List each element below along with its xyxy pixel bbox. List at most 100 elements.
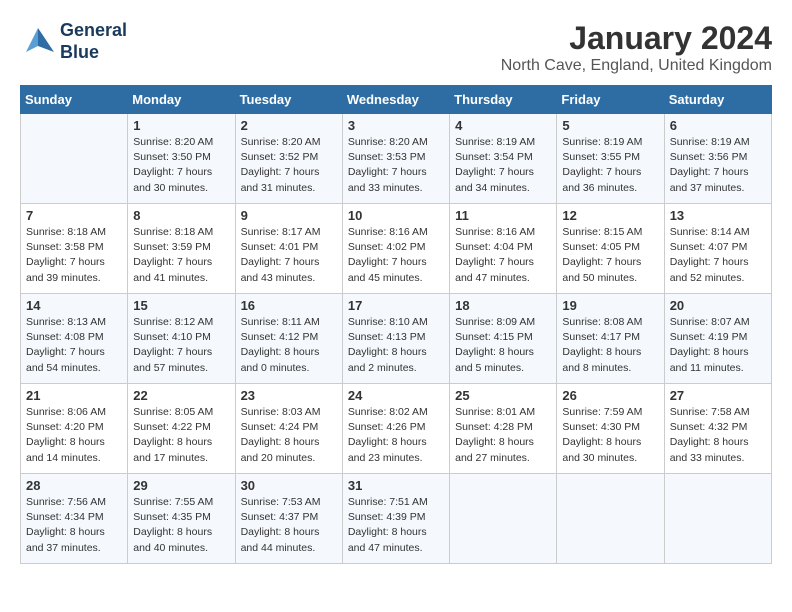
day-number: 22: [133, 388, 229, 403]
day-info: Sunrise: 7:55 AMSunset: 4:35 PMDaylight:…: [133, 495, 229, 556]
calendar-cell: 6 Sunrise: 8:19 AMSunset: 3:56 PMDaylight…: [664, 114, 771, 204]
logo-line2: Blue: [60, 42, 99, 62]
day-number: 25: [455, 388, 551, 403]
logo-icon: [20, 24, 56, 60]
calendar-cell: 23Sunrise: 8:03 AMSunset: 4:24 PMDayligh…: [235, 384, 342, 474]
column-header-monday: Monday: [128, 86, 235, 114]
column-header-saturday: Saturday: [664, 86, 771, 114]
calendar-week-5: 28Sunrise: 7:56 AMSunset: 4:34 PMDayligh…: [21, 474, 772, 564]
day-info: Sunrise: 8:13 AMSunset: 4:08 PMDaylight:…: [26, 315, 122, 376]
column-header-friday: Friday: [557, 86, 664, 114]
day-number: 18: [455, 298, 551, 313]
day-info: Sunrise: 8:19 AMSunset: 3:55 PMDaylight:…: [562, 135, 658, 196]
calendar-cell: 17 Sunrise: 8:10 AMSunset: 4:13 PMDayligh…: [342, 294, 449, 384]
day-number: 21: [26, 388, 122, 403]
page-header: General Blue January 2024 North Cave, En…: [20, 20, 772, 75]
day-number: 12: [562, 208, 658, 223]
day-info: Sunrise: 7:58 AMSunset: 4:32 PMDaylight:…: [670, 405, 766, 466]
calendar-cell: 27 Sunrise: 7:58 AMSunset: 4:32 PMDayligh…: [664, 384, 771, 474]
calendar-cell: 15 Sunrise: 8:12 AMSunset: 4:10 PMDayligh…: [128, 294, 235, 384]
day-info: Sunrise: 8:15 AMSunset: 4:05 PMDaylight:…: [562, 225, 658, 286]
day-number: 4: [455, 118, 551, 133]
calendar-cell: 16 Sunrise: 8:11 AMSunset: 4:12 PMDayligh…: [235, 294, 342, 384]
day-number: 11: [455, 208, 551, 223]
column-header-sunday: Sunday: [21, 86, 128, 114]
day-info: Sunrise: 8:20 AMSunset: 3:52 PMDaylight:…: [241, 135, 337, 196]
day-number: 7: [26, 208, 122, 223]
column-header-tuesday: Tuesday: [235, 86, 342, 114]
calendar-cell: 19 Sunrise: 8:08 AMSunset: 4:17 PMDayligh…: [557, 294, 664, 384]
calendar-cell: 2 Sunrise: 8:20 AMSunset: 3:52 PMDaylight…: [235, 114, 342, 204]
day-info: Sunrise: 8:20 AMSunset: 3:53 PMDaylight:…: [348, 135, 444, 196]
day-number: 20: [670, 298, 766, 313]
calendar-cell: [450, 474, 557, 564]
calendar-cell: 10 Sunrise: 8:16 AMSunset: 4:02 PMDayligh…: [342, 204, 449, 294]
day-info: Sunrise: 8:11 AMSunset: 4:12 PMDaylight:…: [241, 315, 337, 376]
calendar-cell: 28Sunrise: 7:56 AMSunset: 4:34 PMDayligh…: [21, 474, 128, 564]
day-number: 26: [562, 388, 658, 403]
day-number: 23: [241, 388, 337, 403]
day-info: Sunrise: 8:08 AMSunset: 4:17 PMDaylight:…: [562, 315, 658, 376]
day-number: 10: [348, 208, 444, 223]
day-number: 31: [348, 478, 444, 493]
calendar-cell: 25 Sunrise: 8:01 AMSunset: 4:28 PMDayligh…: [450, 384, 557, 474]
day-info: Sunrise: 8:14 AMSunset: 4:07 PMDaylight:…: [670, 225, 766, 286]
day-number: 3: [348, 118, 444, 133]
day-number: 13: [670, 208, 766, 223]
calendar-cell: 21Sunrise: 8:06 AMSunset: 4:20 PMDayligh…: [21, 384, 128, 474]
calendar-cell: 24 Sunrise: 8:02 AMSunset: 4:26 PMDayligh…: [342, 384, 449, 474]
calendar-table: SundayMondayTuesdayWednesdayThursdayFrid…: [20, 85, 772, 564]
day-number: 6: [670, 118, 766, 133]
day-number: 14: [26, 298, 122, 313]
calendar-header-row: SundayMondayTuesdayWednesdayThursdayFrid…: [21, 86, 772, 114]
column-header-wednesday: Wednesday: [342, 86, 449, 114]
calendar-cell: 9 Sunrise: 8:17 AMSunset: 4:01 PMDaylight…: [235, 204, 342, 294]
day-number: 16: [241, 298, 337, 313]
day-info: Sunrise: 8:09 AMSunset: 4:15 PMDaylight:…: [455, 315, 551, 376]
calendar-cell: 20Sunrise: 8:07 AMSunset: 4:19 PMDayligh…: [664, 294, 771, 384]
calendar-cell: 12 Sunrise: 8:15 AMSunset: 4:05 PMDayligh…: [557, 204, 664, 294]
day-number: 9: [241, 208, 337, 223]
day-info: Sunrise: 7:53 AMSunset: 4:37 PMDaylight:…: [241, 495, 337, 556]
month-title: January 2024: [501, 20, 772, 57]
calendar-cell: 8Sunrise: 8:18 AMSunset: 3:59 PMDaylight…: [128, 204, 235, 294]
day-info: Sunrise: 8:18 AMSunset: 3:59 PMDaylight:…: [133, 225, 229, 286]
calendar-cell: 7 Sunrise: 8:18 AMSunset: 3:58 PMDaylight…: [21, 204, 128, 294]
day-info: Sunrise: 8:19 AMSunset: 3:56 PMDaylight:…: [670, 135, 766, 196]
day-number: 2: [241, 118, 337, 133]
day-info: Sunrise: 8:10 AMSunset: 4:13 PMDaylight:…: [348, 315, 444, 376]
column-header-thursday: Thursday: [450, 86, 557, 114]
calendar-cell: 14 Sunrise: 8:13 AMSunset: 4:08 PMDayligh…: [21, 294, 128, 384]
day-info: Sunrise: 8:16 AMSunset: 4:02 PMDaylight:…: [348, 225, 444, 286]
day-number: 27: [670, 388, 766, 403]
day-info: Sunrise: 8:17 AMSunset: 4:01 PMDaylight:…: [241, 225, 337, 286]
day-number: 17: [348, 298, 444, 313]
location: North Cave, England, United Kingdom: [501, 57, 772, 75]
day-info: Sunrise: 8:18 AMSunset: 3:58 PMDaylight:…: [26, 225, 122, 286]
calendar-cell: 31Sunrise: 7:51 AMSunset: 4:39 PMDayligh…: [342, 474, 449, 564]
day-info: Sunrise: 8:01 AMSunset: 4:28 PMDaylight:…: [455, 405, 551, 466]
calendar-cell: [557, 474, 664, 564]
day-number: 24: [348, 388, 444, 403]
logo-line1: General: [60, 20, 127, 40]
day-number: 1: [133, 118, 229, 133]
calendar-cell: 4Sunrise: 8:19 AMSunset: 3:54 PMDaylight…: [450, 114, 557, 204]
day-info: Sunrise: 8:12 AMSunset: 4:10 PMDaylight:…: [133, 315, 229, 376]
calendar-cell: 29 Sunrise: 7:55 AMSunset: 4:35 PMDayligh…: [128, 474, 235, 564]
calendar-cell: 5Sunrise: 8:19 AMSunset: 3:55 PMDaylight…: [557, 114, 664, 204]
calendar-cell: [21, 114, 128, 204]
calendar-cell: 1 Sunrise: 8:20 AMSunset: 3:50 PMDaylight…: [128, 114, 235, 204]
calendar-cell: 18 Sunrise: 8:09 AMSunset: 4:15 PMDayligh…: [450, 294, 557, 384]
day-number: 29: [133, 478, 229, 493]
calendar-cell: 11 Sunrise: 8:16 AMSunset: 4:04 PMDayligh…: [450, 204, 557, 294]
day-number: 15: [133, 298, 229, 313]
day-info: Sunrise: 8:20 AMSunset: 3:50 PMDaylight:…: [133, 135, 229, 196]
day-info: Sunrise: 7:59 AMSunset: 4:30 PMDaylight:…: [562, 405, 658, 466]
title-block: January 2024 North Cave, England, United…: [501, 20, 772, 75]
day-info: Sunrise: 8:16 AMSunset: 4:04 PMDaylight:…: [455, 225, 551, 286]
calendar-cell: 30Sunrise: 7:53 AMSunset: 4:37 PMDayligh…: [235, 474, 342, 564]
day-number: 19: [562, 298, 658, 313]
calendar-week-1: 1 Sunrise: 8:20 AMSunset: 3:50 PMDaylight…: [21, 114, 772, 204]
calendar-cell: 13 Sunrise: 8:14 AMSunset: 4:07 PMDayligh…: [664, 204, 771, 294]
day-info: Sunrise: 8:02 AMSunset: 4:26 PMDaylight:…: [348, 405, 444, 466]
